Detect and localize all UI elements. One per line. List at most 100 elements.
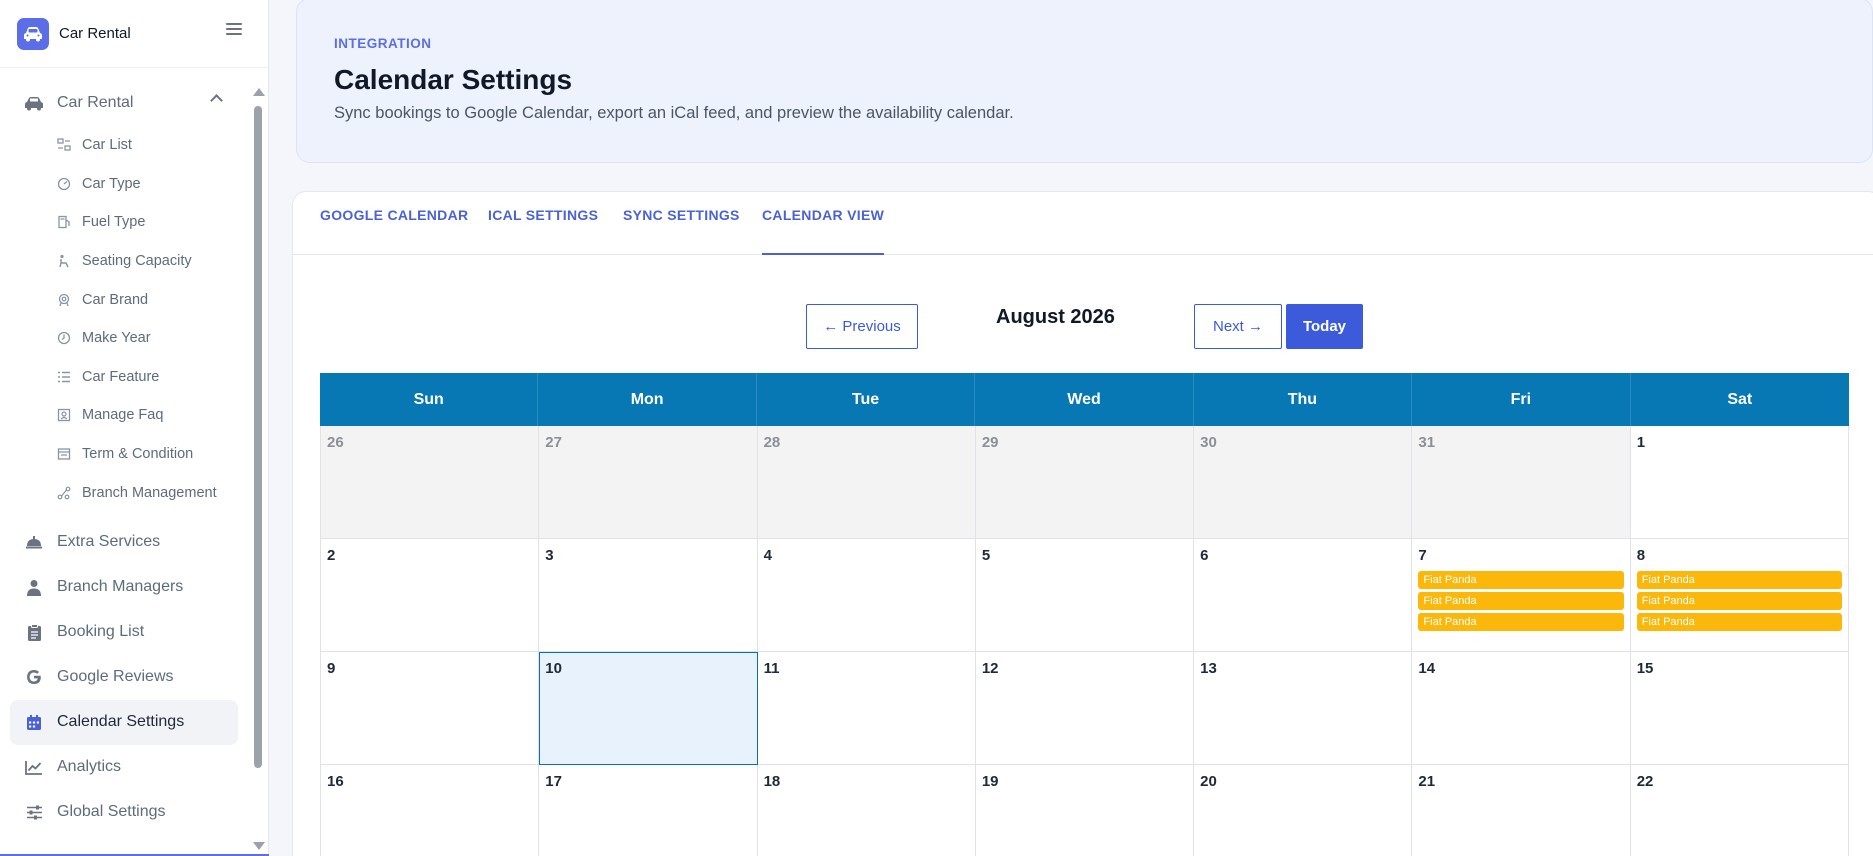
day-number: 3 <box>545 547 554 564</box>
calendar-day-cell[interactable]: 17 <box>539 765 758 856</box>
weekday-tue: Tue <box>757 373 976 426</box>
sidebar-item-analytics[interactable]: Analytics <box>0 745 238 790</box>
calendar-day-cell[interactable]: 9 <box>321 652 540 765</box>
calendar-day-cell[interactable]: 3 <box>539 539 758 652</box>
calendar-day-cell[interactable]: 22 <box>1630 765 1849 856</box>
sidebar-item-seating-capacity[interactable]: Seating Capacity <box>0 242 250 281</box>
tab-google-calendar[interactable]: GOOGLE CALENDAR <box>320 207 468 255</box>
calendar-day-cell[interactable]: 6 <box>1194 539 1413 652</box>
fuel-icon <box>57 215 71 229</box>
sidebar-item-branch-managers[interactable]: Branch Managers <box>0 565 238 610</box>
sidebar-item-car-brand[interactable]: Car Brand <box>0 280 250 319</box>
sidebar-item-label: Car Feature <box>82 368 160 385</box>
sidebar-item-branch-management[interactable]: Branch Management <box>0 473 250 512</box>
sidebar-item-manage-faq[interactable]: Manage Faq <box>0 396 250 435</box>
day-number: 17 <box>545 773 562 790</box>
day-number: 26 <box>327 434 344 451</box>
calendar-event[interactable]: Fiat Panda <box>1636 592 1842 610</box>
calendar-day-cell[interactable]: 11 <box>757 652 976 765</box>
google-icon <box>24 668 44 686</box>
calendar-day-cell[interactable]: 20 <box>1194 765 1413 856</box>
sidebar-scrollbar[interactable] <box>251 86 265 856</box>
calendar-day-cell-today[interactable]: 10 <box>539 652 758 765</box>
day-number: 29 <box>981 434 999 451</box>
scroll-up-arrow-icon[interactable] <box>253 88 265 96</box>
day-number: 18 <box>763 773 781 790</box>
calendar-day-cell[interactable]: 29 <box>975 426 1195 539</box>
brand-name: Car Rental <box>59 25 131 42</box>
scrollbar-thumb[interactable] <box>254 106 262 768</box>
sidebar-item-google-reviews[interactable]: Google Reviews <box>0 655 238 700</box>
menu-toggle-icon[interactable] <box>226 21 242 37</box>
chart-icon <box>24 758 44 776</box>
calendar-event[interactable]: Fiat Panda <box>1636 571 1842 589</box>
calendar-day-cell[interactable]: 19 <box>975 765 1195 856</box>
calendar-day-cell[interactable]: 4 <box>757 539 976 652</box>
tab-bar: GOOGLE CALENDAR ICAL SETTINGS SYNC SETTI… <box>293 192 1873 255</box>
today-button[interactable]: Today <box>1286 304 1363 349</box>
sidebar-item-term-condition[interactable]: Term & Condition <box>0 435 250 474</box>
tab-sync-settings[interactable]: SYNC SETTINGS <box>623 207 740 255</box>
sidebar-item-extra-services[interactable]: Extra Services <box>0 520 238 565</box>
sidebar-group-label: Car Rental <box>57 94 134 111</box>
sidebar-item-fuel-type[interactable]: Fuel Type <box>0 203 250 242</box>
sidebar-item-label: Car List <box>82 137 132 154</box>
sidebar-group-car-rental[interactable]: Car Rental <box>0 80 250 126</box>
calendar-icon <box>24 713 44 731</box>
tab-calendar-view[interactable]: CALENDAR VIEW <box>762 207 885 255</box>
sidebar-item-label: Branch Managers <box>57 578 184 596</box>
calendar-day-cell[interactable]: 12 <box>975 652 1195 765</box>
calendar-day-cell[interactable]: 8 Fiat Panda Fiat Panda Fiat Panda <box>1630 539 1849 652</box>
calendar-day-cell[interactable]: 15 <box>1630 652 1849 765</box>
sidebar-item-booking-list[interactable]: Booking List <box>0 610 238 655</box>
day-number: 30 <box>1200 434 1217 451</box>
calendar-day-cell[interactable]: 2 <box>321 539 540 652</box>
calendar-day-cell[interactable]: 30 <box>1194 426 1413 539</box>
calendar-day-cell[interactable]: 28 <box>757 426 976 539</box>
sidebar-item-calendar-settings[interactable]: Calendar Settings <box>10 699 238 745</box>
bell-icon <box>24 533 44 551</box>
calendar-day-cell[interactable]: 16 <box>321 765 540 856</box>
calendar-event[interactable]: Fiat Panda <box>1418 571 1624 589</box>
chevron-up-icon[interactable] <box>210 94 223 107</box>
sidebar-item-car-type[interactable]: Car Type <box>0 165 250 204</box>
day-number: 14 <box>1418 660 1436 677</box>
next-month-button[interactable]: Next → <box>1194 304 1282 349</box>
day-number: 7 <box>1418 547 1427 564</box>
sidebar-item-car-list[interactable]: Car List <box>0 126 250 165</box>
calendar-day-cell[interactable]: 1 <box>1630 426 1849 539</box>
previous-month-button[interactable]: ← Previous <box>806 304 918 349</box>
weekday-sat: Sat <box>1727 390 1753 408</box>
calendar-day-cell[interactable]: 21 <box>1412 765 1631 856</box>
calendar-day-cell[interactable]: 7 Fiat Panda Fiat Panda Fiat Panda <box>1412 539 1631 652</box>
sidebar-item-label: Global Settings <box>57 803 166 821</box>
scroll-down-arrow-icon[interactable] <box>253 842 265 850</box>
sidebar-item-make-year[interactable]: Make Year <box>0 319 250 358</box>
sidebar-item-label: Term & Condition <box>82 446 194 463</box>
car-logo-icon <box>17 17 49 50</box>
sidebar-item-global-settings[interactable]: Global Settings <box>0 790 238 835</box>
month-title: August 2026 <box>996 306 1115 328</box>
sidebar-item-label: Google Reviews <box>57 668 174 686</box>
calendar-day-cell[interactable]: 5 <box>975 539 1195 652</box>
calendar-day-cell[interactable]: 31 <box>1412 426 1631 539</box>
calendar-event[interactable]: Fiat Panda <box>1418 592 1624 610</box>
day-number: 20 <box>1200 773 1217 790</box>
badge-icon <box>57 293 71 307</box>
calendar-event[interactable]: Fiat Panda <box>1418 613 1624 631</box>
list-icon <box>57 138 71 152</box>
calendar-day-cell[interactable]: 13 <box>1194 652 1413 765</box>
calendar-event[interactable]: Fiat Panda <box>1636 613 1842 631</box>
weekday-mon: Mon <box>538 373 757 426</box>
tab-ical-settings[interactable]: ICAL SETTINGS <box>488 207 598 255</box>
calendar-day-cell[interactable]: 18 <box>757 765 976 856</box>
day-number: 12 <box>981 660 999 677</box>
sidebar-item-car-feature[interactable]: Car Feature <box>0 358 250 397</box>
day-number: 31 <box>1418 434 1436 451</box>
clock-icon <box>57 331 71 345</box>
calendar-day-cell[interactable]: 27 <box>539 426 758 539</box>
faq-icon <box>57 408 71 422</box>
calendar-day-cell[interactable]: 14 <box>1412 652 1631 765</box>
calendar-day-cell[interactable]: 26 <box>321 426 540 539</box>
day-number: 5 <box>981 547 991 564</box>
